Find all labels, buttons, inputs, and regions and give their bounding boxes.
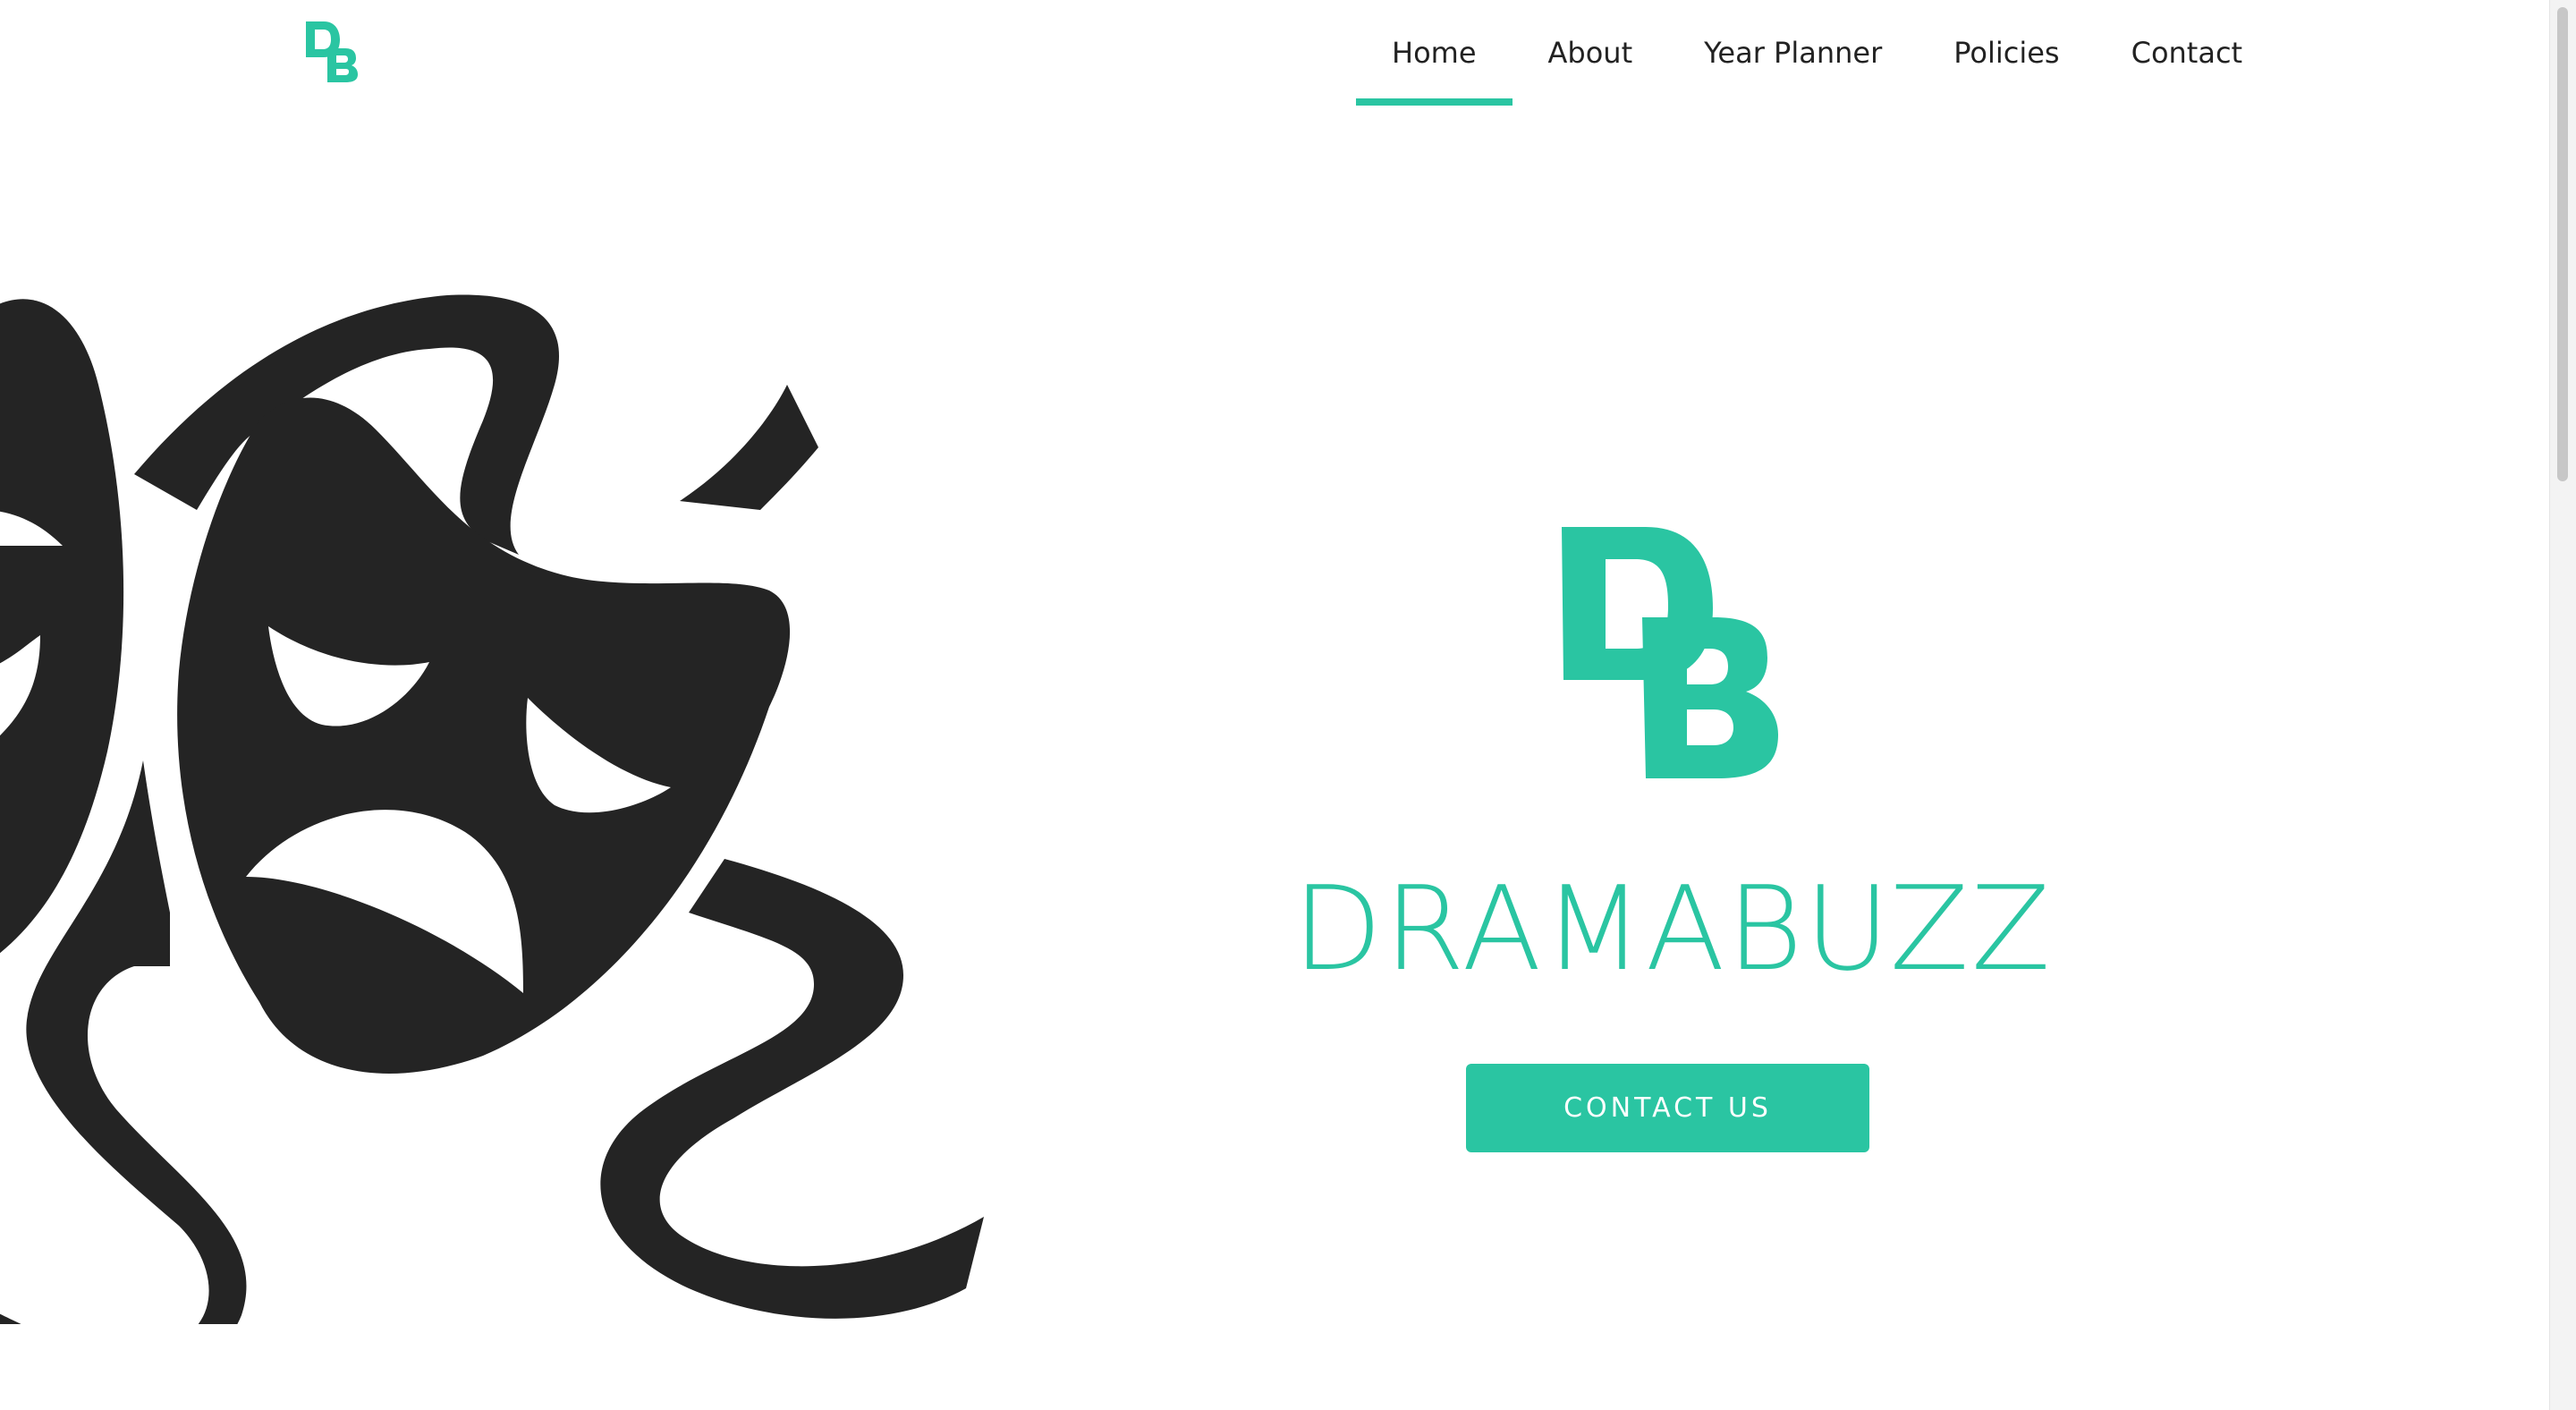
dramabuzz-logo-icon: [1562, 527, 1778, 778]
nav-item-year-planner[interactable]: Year Planner: [1668, 0, 1918, 107]
theatre-masks-icon: [0, 294, 984, 1324]
scrollbar-thumb[interactable]: [2557, 7, 2568, 481]
contact-us-button[interactable]: CONTACT US: [1466, 1064, 1869, 1152]
nav-item-policies[interactable]: Policies: [1918, 0, 2095, 107]
main-nav: Home About Year Planner Policies Contact: [1356, 0, 2278, 107]
nav-item-home[interactable]: Home: [1356, 0, 1513, 107]
nav-item-about[interactable]: About: [1513, 0, 1669, 107]
page-scrollbar[interactable]: [2549, 0, 2576, 1410]
nav-logo-icon[interactable]: [304, 20, 360, 84]
brand-name: DRAMABUZZ: [1292, 861, 2053, 997]
page: Home About Year Planner Policies Contact: [0, 0, 2549, 1410]
nav-item-contact[interactable]: Contact: [2096, 0, 2279, 107]
